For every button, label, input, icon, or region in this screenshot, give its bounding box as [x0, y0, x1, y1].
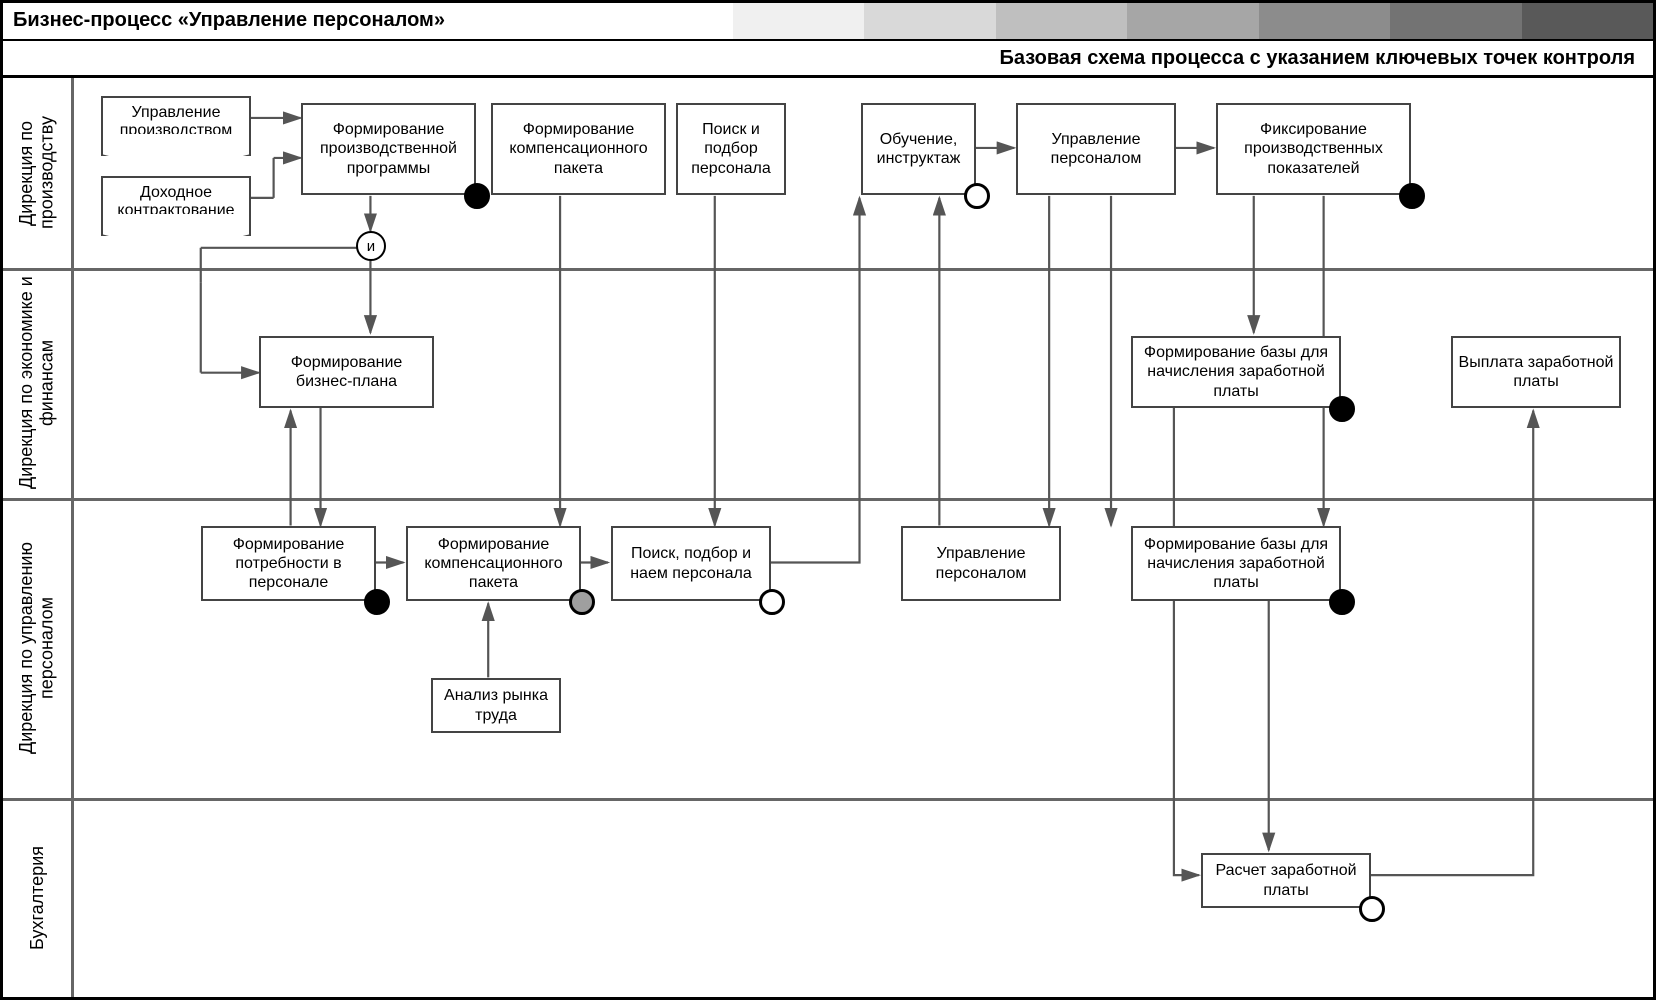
swatch — [733, 3, 865, 39]
node-hr-mgmt-hr: Управление персоналом — [901, 526, 1061, 601]
node-training: Обучение, инструктаж — [861, 103, 976, 195]
sub-header: Базовая схема процесса с указанием ключе… — [3, 41, 1653, 78]
control-dot-black — [1399, 183, 1425, 209]
node-labor-market: Анализ рынка труда — [431, 678, 561, 733]
page-title: Бизнес-процесс «Управление персоналом» — [3, 3, 733, 39]
node-search-select-top: Поиск и подбор персонала — [676, 103, 786, 195]
diagram-frame: Бизнес-процесс «Управление персоналом» Б… — [0, 0, 1656, 1000]
lane-title-production: Дирекция по производству — [16, 78, 57, 268]
node-fix-indicators: Фиксирование производственных показателе… — [1216, 103, 1411, 195]
swatch-strip — [733, 3, 1654, 39]
lane-title-hr: Дирекция по управлению персоналом — [16, 498, 57, 798]
node-payroll-base-econ: Формирование базы для начисления заработ… — [1131, 336, 1341, 408]
lane-headers: Дирекция по производству Дирекция по эко… — [3, 78, 74, 997]
header: Бизнес-процесс «Управление персоналом» — [3, 3, 1653, 41]
node-staffing-need: Формирование потребности в персонале — [201, 526, 376, 601]
control-dot-white — [759, 589, 785, 615]
swatch — [864, 3, 996, 39]
node-comp-package-hr: Формирование компенсационного пакета — [406, 526, 581, 601]
control-dot-black — [364, 589, 390, 615]
swatch — [1127, 3, 1259, 39]
control-dot-gray — [569, 589, 595, 615]
swatch — [1390, 3, 1522, 39]
diagram-stage: Управление производством Доходное контра… — [71, 78, 1653, 997]
node-business-plan: Формирование бизнес-плана — [259, 336, 434, 408]
node-payroll-base-hr: Формирование базы для начисления заработ… — [1131, 526, 1341, 601]
node-comp-package-top: Формирование компенсационного пакета — [491, 103, 666, 195]
control-dot-white — [964, 183, 990, 209]
control-dot-black — [1329, 396, 1355, 422]
node-prod-program: Формирование производственной программы — [301, 103, 476, 195]
gateway-and: и — [356, 231, 386, 261]
node-search-hire: Поиск, подбор и наем персонала — [611, 526, 771, 601]
control-dot-black — [464, 183, 490, 209]
swatch — [1522, 3, 1654, 39]
lane-title-economics: Дирекция по экономике и финансам — [16, 268, 57, 498]
node-payroll-payment: Выплата заработной платы — [1451, 336, 1621, 408]
swatch — [996, 3, 1128, 39]
offpage-production-mgmt: Управление производством — [101, 96, 251, 136]
control-dot-white — [1359, 896, 1385, 922]
control-dot-black — [1329, 589, 1355, 615]
node-hr-mgmt-top: Управление персоналом — [1016, 103, 1176, 195]
node-payroll-calc: Расчет заработной платы — [1201, 853, 1371, 908]
offpage-contracting: Доходное контрактование — [101, 176, 251, 216]
swatch — [1259, 3, 1391, 39]
lane-title-accounting: Бухгалтерия — [27, 846, 48, 950]
swimlane-grid: Дирекция по производству Дирекция по эко… — [3, 78, 1653, 997]
